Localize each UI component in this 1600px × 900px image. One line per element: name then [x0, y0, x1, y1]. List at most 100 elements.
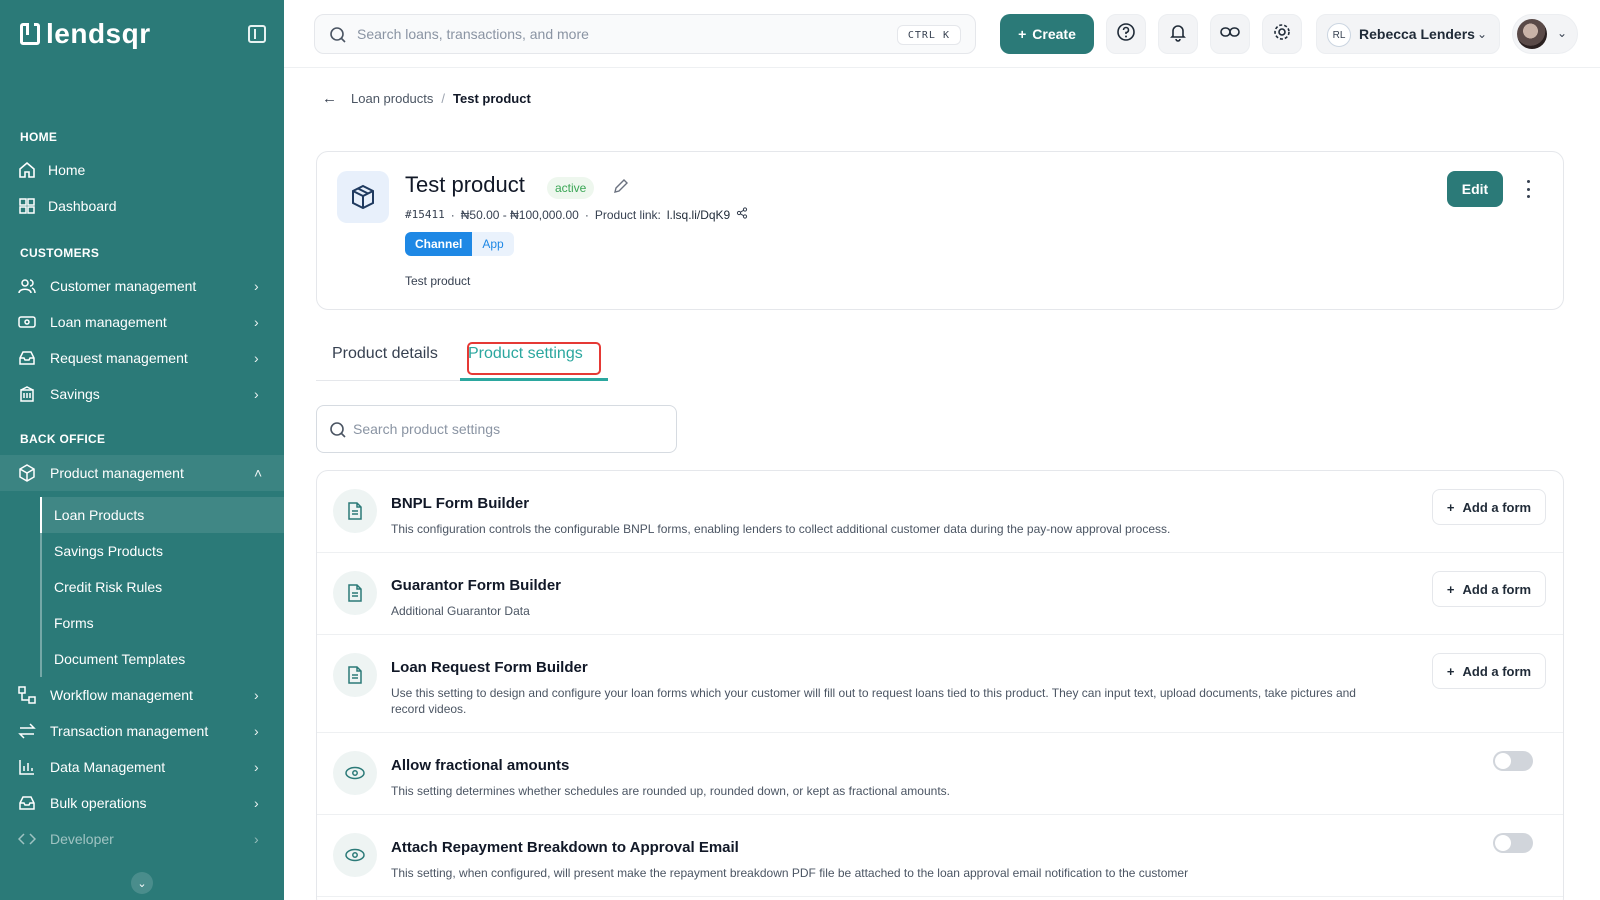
help-icon: [1116, 22, 1136, 47]
plus-icon: +: [1446, 499, 1455, 515]
add-form-button[interactable]: + Add a form: [1432, 653, 1546, 689]
tab-product-details[interactable]: Product details: [332, 345, 438, 363]
logo-icon: [20, 23, 40, 45]
sidebar-item-workflow-management[interactable]: Workflow management ›: [0, 677, 284, 713]
sidebar-subitem-savings-products[interactable]: Savings Products: [40, 533, 284, 569]
sidebar-subitem-document-templates[interactable]: Document Templates: [40, 641, 284, 677]
plus-icon: +: [1446, 663, 1455, 679]
more-options-icon[interactable]: [1525, 180, 1531, 198]
workflow-icon: [18, 686, 36, 704]
chevron-right-icon: ›: [254, 278, 259, 294]
settings-row-bnpl-form-builder: BNPL Form Builder This configuration con…: [317, 471, 1563, 553]
chevron-down-icon: ⌄: [1476, 27, 1487, 41]
sidebar-item-bulk-operations[interactable]: Bulk operations ›: [0, 785, 284, 821]
package-icon: [337, 171, 389, 223]
global-search-input[interactable]: Search loans, transactions, and more CTR…: [314, 14, 976, 54]
sidebar-item-customer-management[interactable]: Customer management ›: [0, 268, 284, 304]
section-title-home: HOME: [20, 130, 58, 144]
product-link-label: Product link:: [594, 207, 661, 222]
users-icon: [18, 277, 36, 295]
breadcrumb-current: Test product: [453, 91, 531, 106]
back-arrow-icon[interactable]: ←: [322, 90, 337, 107]
code-icon: [18, 830, 36, 848]
settings-search-input[interactable]: Search product settings: [316, 405, 677, 453]
settings-row-loan-request-form-builder: Loan Request Form Builder Use this setti…: [317, 635, 1563, 733]
add-form-button[interactable]: + Add a form: [1432, 571, 1546, 607]
chevron-down-icon: ⌄: [1557, 26, 1568, 40]
help-button[interactable]: [1106, 14, 1146, 54]
sidebar-item-loan-management[interactable]: Loan management ›: [0, 304, 284, 340]
repayment-breakdown-toggle[interactable]: [1493, 833, 1533, 853]
product-amount-range: ₦50.00 - ₦100,000.00: [460, 207, 579, 222]
links-button[interactable]: [1210, 14, 1250, 54]
document-icon: [333, 653, 377, 697]
keyboard-shortcut-badge: CTRL K: [896, 25, 961, 45]
chevron-right-icon: ›: [254, 723, 259, 739]
account-switcher[interactable]: RL Rebecca Lenders ⌄: [1316, 14, 1500, 54]
chevron-right-icon: ›: [254, 350, 259, 366]
product-id: #15411: [405, 208, 445, 221]
inbox-icon: [18, 349, 36, 367]
settings-list: BNPL Form Builder This configuration con…: [316, 470, 1564, 900]
brand-name: lendsqr: [46, 18, 151, 49]
sidebar-item-savings[interactable]: Savings ›: [0, 376, 284, 412]
bell-icon: [1168, 22, 1188, 47]
box-icon: [18, 464, 36, 482]
sidebar-subitem-loan-products[interactable]: Loan Products: [40, 497, 284, 533]
notifications-button[interactable]: [1158, 14, 1198, 54]
product-description: Test product: [405, 274, 471, 288]
sidebar-item-data-management[interactable]: Data Management ›: [0, 749, 284, 785]
product-title: Test product: [405, 172, 525, 197]
product-meta: #15411 · ₦50.00 - ₦100,000.00 · Product …: [405, 207, 748, 222]
sidebar-item-request-management[interactable]: Request management ›: [0, 340, 284, 376]
pencil-icon[interactable]: [613, 178, 629, 199]
plus-icon: +: [1446, 581, 1455, 597]
tab-bar: Product details Product settings: [316, 335, 608, 381]
collapse-sidebar-icon[interactable]: [248, 25, 266, 43]
scroll-down-icon[interactable]: ⌄: [131, 872, 153, 894]
sidebar-item-developer[interactable]: Developer ›: [0, 821, 284, 857]
dashboard-icon: [18, 197, 36, 215]
channel-chip-label: Channel: [405, 232, 473, 256]
eye-icon: [333, 833, 377, 877]
meta-dot: ·: [450, 207, 455, 222]
sidebar-subitem-credit-risk-rules[interactable]: Credit Risk Rules: [40, 569, 284, 605]
fractional-amounts-toggle[interactable]: [1493, 751, 1533, 771]
add-form-button[interactable]: + Add a form: [1432, 489, 1546, 525]
chevron-right-icon: ›: [254, 386, 259, 402]
sidebar-item-transaction-management[interactable]: Transaction management ›: [0, 713, 284, 749]
sidebar-item-home[interactable]: Home: [0, 152, 284, 188]
create-button[interactable]: + Create: [1000, 14, 1094, 54]
channel-chip: Channel App: [405, 232, 514, 256]
home-icon: [18, 161, 36, 179]
sidebar: lendsqr HOME Home Dashboard CUSTOMERS Cu…: [0, 0, 284, 900]
sidebar-item-dashboard[interactable]: Dashboard: [0, 188, 284, 224]
bar-chart-icon: [18, 758, 36, 776]
brand-logo[interactable]: lendsqr: [20, 18, 151, 50]
breadcrumb-parent[interactable]: Loan products: [351, 91, 433, 106]
edit-button[interactable]: Edit: [1447, 171, 1503, 207]
settings-button[interactable]: [1262, 14, 1302, 54]
chevron-right-icon: ›: [254, 314, 259, 330]
chevron-right-icon: ›: [254, 687, 259, 703]
status-badge: active: [547, 177, 595, 199]
money-icon: [18, 313, 36, 331]
gear-icon: [1272, 22, 1292, 47]
product-link[interactable]: l.lsq.li/DqK9: [667, 208, 730, 222]
section-title-customers: CUSTOMERS: [20, 246, 100, 260]
share-icon[interactable]: [736, 207, 748, 222]
plus-icon: +: [1018, 26, 1027, 42]
avatar: [1517, 19, 1547, 49]
profile-menu[interactable]: ⌄: [1512, 14, 1578, 54]
sidebar-subitem-forms[interactable]: Forms: [40, 605, 284, 641]
settings-row-guarantor-form-builder: Guarantor Form Builder Additional Guaran…: [317, 553, 1563, 635]
settings-row-attach-repayment-breakdown: Attach Repayment Breakdown to Approval E…: [317, 815, 1563, 897]
user-name: Rebecca Lenders: [1359, 26, 1475, 42]
active-tab-indicator: [460, 378, 608, 381]
sidebar-item-product-management[interactable]: Product management ˄: [0, 455, 284, 491]
channel-chip-value: App: [472, 232, 514, 256]
settings-row-allow-fractional-amounts: Allow fractional amounts This setting de…: [317, 733, 1563, 815]
inbox-icon: [18, 794, 36, 812]
chevron-right-icon: ›: [254, 795, 259, 811]
highlight-outline: [467, 342, 601, 375]
